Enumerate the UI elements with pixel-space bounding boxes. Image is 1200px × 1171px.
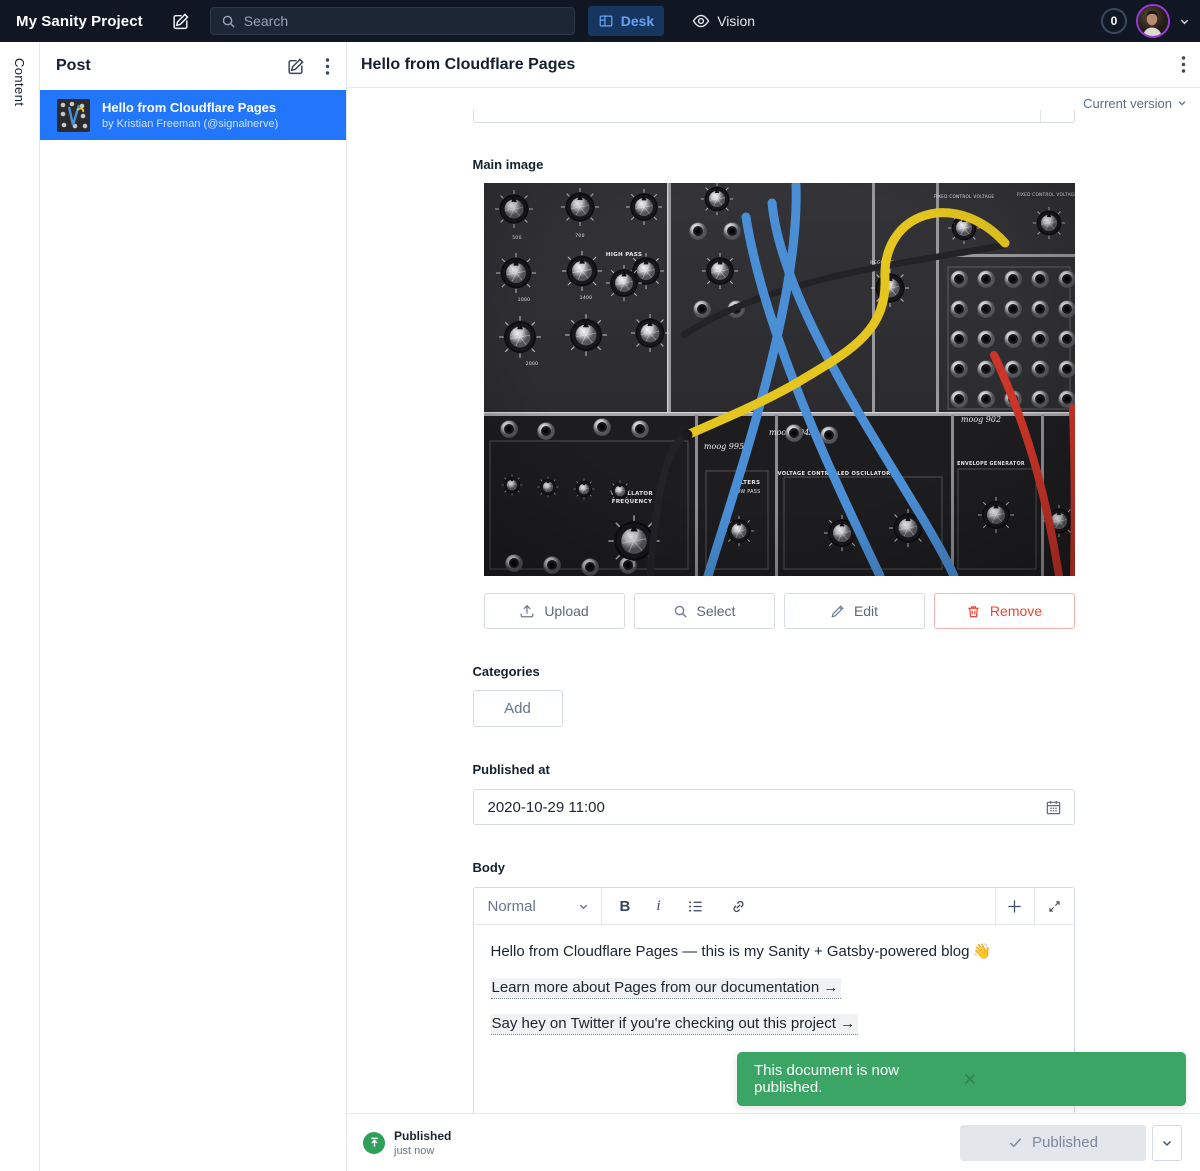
upload-icon xyxy=(519,603,535,619)
publish-button[interactable]: Published xyxy=(960,1125,1146,1161)
top-navbar: My Sanity Project Search Desk Vision 0 xyxy=(0,0,1200,42)
version-selector[interactable]: Current version xyxy=(347,88,1200,110)
link-icon xyxy=(730,898,747,915)
text-style-select[interactable]: Normal xyxy=(474,888,602,924)
search-icon xyxy=(673,604,688,619)
plus-icon xyxy=(1006,898,1023,915)
publish-button-label: Published xyxy=(1032,1134,1098,1151)
body-link[interactable]: Learn more about Pages from our document… xyxy=(491,978,842,999)
wave-emoji: 👋 xyxy=(972,943,991,960)
check-icon xyxy=(1008,1135,1023,1150)
document-scroll-area: Current version Main image xyxy=(347,88,1200,1113)
user-menu-chevron-icon[interactable] xyxy=(1179,16,1190,27)
post-list-item-selected[interactable]: Hello from Cloudflare Pages by Kristian … xyxy=(40,90,346,140)
post-thumbnail xyxy=(57,99,90,132)
desk-label: Desk xyxy=(621,13,654,29)
italic-button[interactable]: i xyxy=(656,898,660,915)
published-status-icon xyxy=(363,1132,385,1154)
eye-icon xyxy=(692,12,710,30)
style-select-value: Normal xyxy=(488,898,578,915)
presence-badge[interactable]: 0 xyxy=(1101,8,1127,34)
search-icon xyxy=(221,14,236,29)
panel-title: Post xyxy=(56,57,91,75)
fullscreen-button[interactable] xyxy=(1034,888,1074,924)
remove-label: Remove xyxy=(990,603,1042,619)
document-title: Hello from Cloudflare Pages xyxy=(361,56,575,74)
add-category-button[interactable]: Add xyxy=(473,690,563,727)
bullet-list-button[interactable] xyxy=(687,898,704,915)
compose-icon[interactable] xyxy=(286,57,305,76)
content-rail: Content xyxy=(0,42,40,1171)
document-pane: Hello from Cloudflare Pages Current vers… xyxy=(347,42,1200,1171)
body-link[interactable]: Say hey on Twitter if you're checking ou… xyxy=(491,1014,859,1035)
tab-desk[interactable]: Desk xyxy=(588,6,664,36)
remove-button[interactable]: Remove xyxy=(934,593,1075,629)
kebab-menu-icon[interactable] xyxy=(1181,55,1186,74)
expand-icon xyxy=(1047,899,1062,914)
chevron-down-icon xyxy=(1177,98,1187,108)
content-rail-label[interactable]: Content xyxy=(12,58,27,106)
post-item-title: Hello from Cloudflare Pages xyxy=(102,100,278,115)
post-list-panel: Post Hello from Cloudflare Pages by Kris… xyxy=(40,42,347,1171)
toast-message: This document is now published. xyxy=(754,1062,962,1096)
upload-label: Upload xyxy=(544,603,588,619)
link-button[interactable] xyxy=(730,898,747,915)
edit-label: Edit xyxy=(854,603,878,619)
chevron-down-icon xyxy=(578,901,589,912)
select-button[interactable]: Select xyxy=(634,593,775,629)
body-label: Body xyxy=(473,860,1075,876)
avatar[interactable] xyxy=(1136,4,1170,38)
trash-icon xyxy=(966,604,981,619)
document-header: Hello from Cloudflare Pages xyxy=(347,42,1200,88)
select-label: Select xyxy=(697,603,736,619)
editor-content[interactable]: Hello from Cloudflare Pages — this is my… xyxy=(474,941,1074,1034)
published-at-label: Published at xyxy=(473,762,1075,778)
tab-vision[interactable]: Vision xyxy=(682,6,765,36)
post-item-subtitle: by Kristian Freeman (@signalnerve) xyxy=(102,118,278,130)
vision-label: Vision xyxy=(717,13,755,29)
upload-button[interactable]: Upload xyxy=(484,593,625,629)
success-toast: This document is now published. xyxy=(737,1052,1186,1106)
publish-menu-button[interactable] xyxy=(1152,1125,1182,1161)
bold-button[interactable]: B xyxy=(620,898,631,915)
chevron-down-icon xyxy=(1161,1137,1173,1149)
categories-label: Categories xyxy=(473,664,1075,680)
published-at-input[interactable]: 2020-10-29 11:00 xyxy=(473,789,1075,825)
document-footer: Published just now Published xyxy=(347,1113,1200,1171)
search-placeholder: Search xyxy=(244,13,288,29)
editor-toolbar: Normal B i xyxy=(474,888,1074,925)
body-paragraph: Hello from Cloudflare Pages — this is my… xyxy=(491,941,1057,962)
project-title: My Sanity Project xyxy=(16,13,143,30)
calendar-icon[interactable] xyxy=(1045,799,1062,816)
published-at-value: 2020-10-29 11:00 xyxy=(488,799,1045,816)
post-panel-header: Post xyxy=(40,42,346,90)
publish-status-time: just now xyxy=(394,1145,451,1157)
compose-icon xyxy=(171,12,190,31)
main-image-preview[interactable]: HIGH PASS REGENERATION FIXED CONTROL VOL… xyxy=(484,183,1075,576)
kebab-menu-icon[interactable] xyxy=(325,57,330,76)
main-image-label: Main image xyxy=(473,157,1075,173)
insert-block-button[interactable] xyxy=(995,888,1034,924)
version-label: Current version xyxy=(1083,96,1172,111)
new-document-button[interactable] xyxy=(171,12,190,31)
desk-icon xyxy=(598,13,614,29)
publish-status-title: Published xyxy=(394,1129,451,1143)
close-icon[interactable] xyxy=(962,1071,1170,1087)
edit-button[interactable]: Edit xyxy=(784,593,925,629)
pencil-icon xyxy=(830,604,845,619)
search-input[interactable]: Search xyxy=(210,7,575,35)
bullet-list-icon xyxy=(687,898,704,915)
